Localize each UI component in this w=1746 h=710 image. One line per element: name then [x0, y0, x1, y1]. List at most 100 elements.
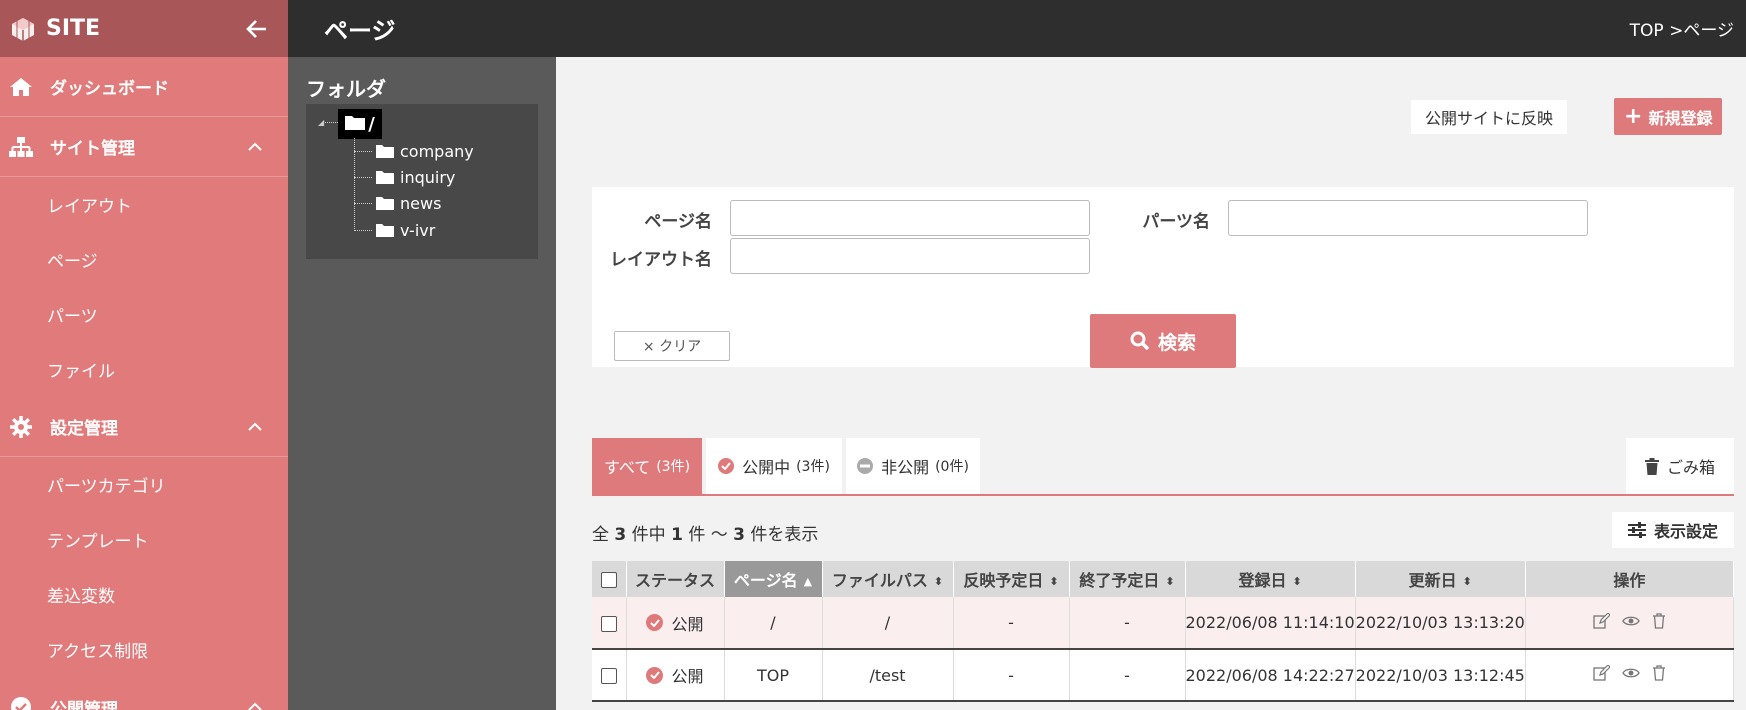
folder-icon	[376, 145, 394, 158]
sidebar-item-publish-management[interactable]: 公開管理	[0, 677, 288, 710]
delete-icon[interactable]	[1652, 665, 1666, 681]
publish-date-cell: -	[953, 649, 1070, 702]
tab-unpublished[interactable]: 非公開 (0件)	[846, 438, 980, 494]
sidebar-item-parts[interactable]: パーツ	[0, 287, 288, 342]
layout-name-input[interactable]	[730, 238, 1090, 274]
folder-root[interactable]: /	[338, 109, 382, 139]
publish-to-site-button[interactable]: 公開サイトに反映	[1411, 100, 1568, 134]
sitemap-icon	[8, 134, 34, 160]
tree-connector	[354, 203, 372, 204]
col-updated[interactable]: 更新日 ⬍	[1355, 561, 1526, 597]
page-title: ページ	[324, 17, 396, 45]
col-label: 反映予定日	[963, 571, 1044, 590]
home-icon	[8, 74, 34, 100]
new-register-button[interactable]: + 新規登録	[1614, 98, 1723, 135]
folder-item[interactable]: inquiry	[376, 164, 455, 190]
tree-connector	[354, 177, 372, 178]
minus-circle-icon	[857, 458, 874, 474]
tab-label: 非公開	[881, 458, 930, 477]
check-circle-icon	[718, 458, 735, 474]
sidebar-item-template[interactable]: テンプレート	[0, 512, 288, 567]
chevron-up-icon	[246, 698, 264, 710]
col-end-date[interactable]: 終了予定日 ⬍	[1069, 561, 1186, 597]
sidebar-item-dashboard[interactable]: ダッシュボード	[0, 57, 288, 117]
check-circle-icon	[8, 694, 34, 710]
chevron-up-icon	[246, 418, 264, 436]
trash-label: ごみ箱	[1666, 458, 1715, 477]
delete-icon[interactable]	[1652, 612, 1666, 629]
tab-count: (3件)	[656, 459, 691, 475]
new-register-label: 新規登録	[1648, 108, 1713, 128]
row-select-cell	[592, 649, 627, 702]
sidebar-item-label: 設定管理	[50, 419, 118, 439]
col-publish-date[interactable]: 反映予定日 ⬍	[953, 561, 1070, 597]
edit-icon[interactable]	[1593, 612, 1610, 629]
folder-item[interactable]: news	[376, 190, 441, 216]
sidebar-item-site-management[interactable]: サイト管理	[0, 117, 288, 177]
file-path-cell: /	[822, 597, 954, 650]
preview-eye-icon[interactable]	[1622, 615, 1640, 627]
file-path-cell: /test	[822, 649, 954, 702]
page-name-input[interactable]	[730, 200, 1090, 236]
folder-item[interactable]: v-ivr	[376, 217, 435, 243]
folder-icon	[376, 197, 394, 210]
parts-name-input[interactable]	[1228, 200, 1588, 236]
breadcrumb[interactable]: TOP >ページ	[1630, 16, 1746, 41]
folder-label: v-ivr	[400, 220, 436, 240]
row-checkbox[interactable]	[600, 615, 617, 632]
search-button[interactable]: 検索	[1090, 314, 1236, 368]
col-file-path[interactable]: ファイルパス ⬍	[822, 561, 954, 597]
folder-item[interactable]: company	[376, 138, 474, 164]
sort-icon: ⬍	[1292, 575, 1302, 588]
edit-icon[interactable]	[1593, 665, 1610, 681]
tab-count: (0件)	[935, 459, 969, 475]
folder-label: inquiry	[400, 167, 456, 187]
sidebar-item-settings[interactable]: 設定管理	[0, 397, 288, 457]
trash-icon	[1644, 457, 1659, 475]
folder-icon	[345, 114, 366, 134]
back-arrow-icon[interactable]	[242, 14, 272, 44]
col-page-name[interactable]: ページ名 ▲	[724, 561, 823, 597]
chevron-up-icon	[246, 138, 264, 156]
display-settings-button[interactable]: 表示設定	[1612, 512, 1734, 548]
sidebar-item-parts-category[interactable]: パーツカテゴリ	[0, 457, 288, 512]
sidebar-item-layout[interactable]: レイアウト	[0, 177, 288, 232]
sidebar-item-variables[interactable]: 差込変数	[0, 567, 288, 622]
summary-to: 3	[733, 525, 745, 545]
tab-count: (3件)	[796, 459, 830, 475]
end-date-cell: -	[1069, 649, 1186, 702]
col-status: ステータス	[626, 561, 725, 597]
row-checkbox[interactable]	[600, 668, 617, 684]
table-row[interactable]: 公開 / / - - 2022/06/08 11:14:10 2022/10/0…	[592, 597, 1735, 650]
col-created[interactable]: 登録日 ⬍	[1185, 561, 1356, 597]
display-settings-label: 表示設定	[1653, 522, 1718, 541]
trash-button[interactable]: ごみ箱	[1626, 438, 1734, 494]
main-content: 公開サイトに反映 + 新規登録 ページ名 パーツ名 レイアウト名 × クリア 検…	[556, 57, 1746, 710]
summary-total: 3	[614, 525, 627, 545]
summary-text: 全	[592, 525, 609, 545]
select-all-checkbox[interactable]	[600, 572, 617, 588]
created-cell: 2022/06/08 11:14:10	[1185, 597, 1356, 650]
page-name-label: ページ名	[644, 212, 712, 232]
gear-icon	[8, 414, 34, 440]
top-header: ページ TOP >ページ	[288, 0, 1746, 57]
check-circle-icon	[646, 666, 664, 684]
clear-button[interactable]: × クリア	[614, 331, 730, 361]
tree-connector	[354, 151, 372, 152]
tab-label: 公開中	[742, 458, 791, 477]
tab-published[interactable]: 公開中 (3件)	[706, 438, 842, 494]
status-cell: 公開	[626, 597, 725, 650]
table-row[interactable]: 公開 TOP /test - - 2022/06/08 14:22:27 202…	[592, 649, 1735, 702]
check-circle-icon	[646, 614, 664, 631]
updated-cell: 2022/10/03 13:13:20	[1355, 597, 1526, 650]
cube-logo-icon	[8, 14, 38, 44]
sidebar-item-access-control[interactable]: アクセス制限	[0, 622, 288, 677]
sidebar-item-page[interactable]: ページ	[0, 232, 288, 287]
sliders-icon	[1627, 522, 1646, 538]
sidebar-item-label: サイト管理	[50, 139, 135, 159]
sort-icon: ⬍	[1049, 575, 1059, 588]
page-name-cell: /	[724, 597, 823, 650]
preview-eye-icon[interactable]	[1622, 667, 1640, 679]
tab-all[interactable]: すべて (3件)	[592, 438, 702, 494]
sidebar-item-file[interactable]: ファイル	[0, 342, 288, 397]
